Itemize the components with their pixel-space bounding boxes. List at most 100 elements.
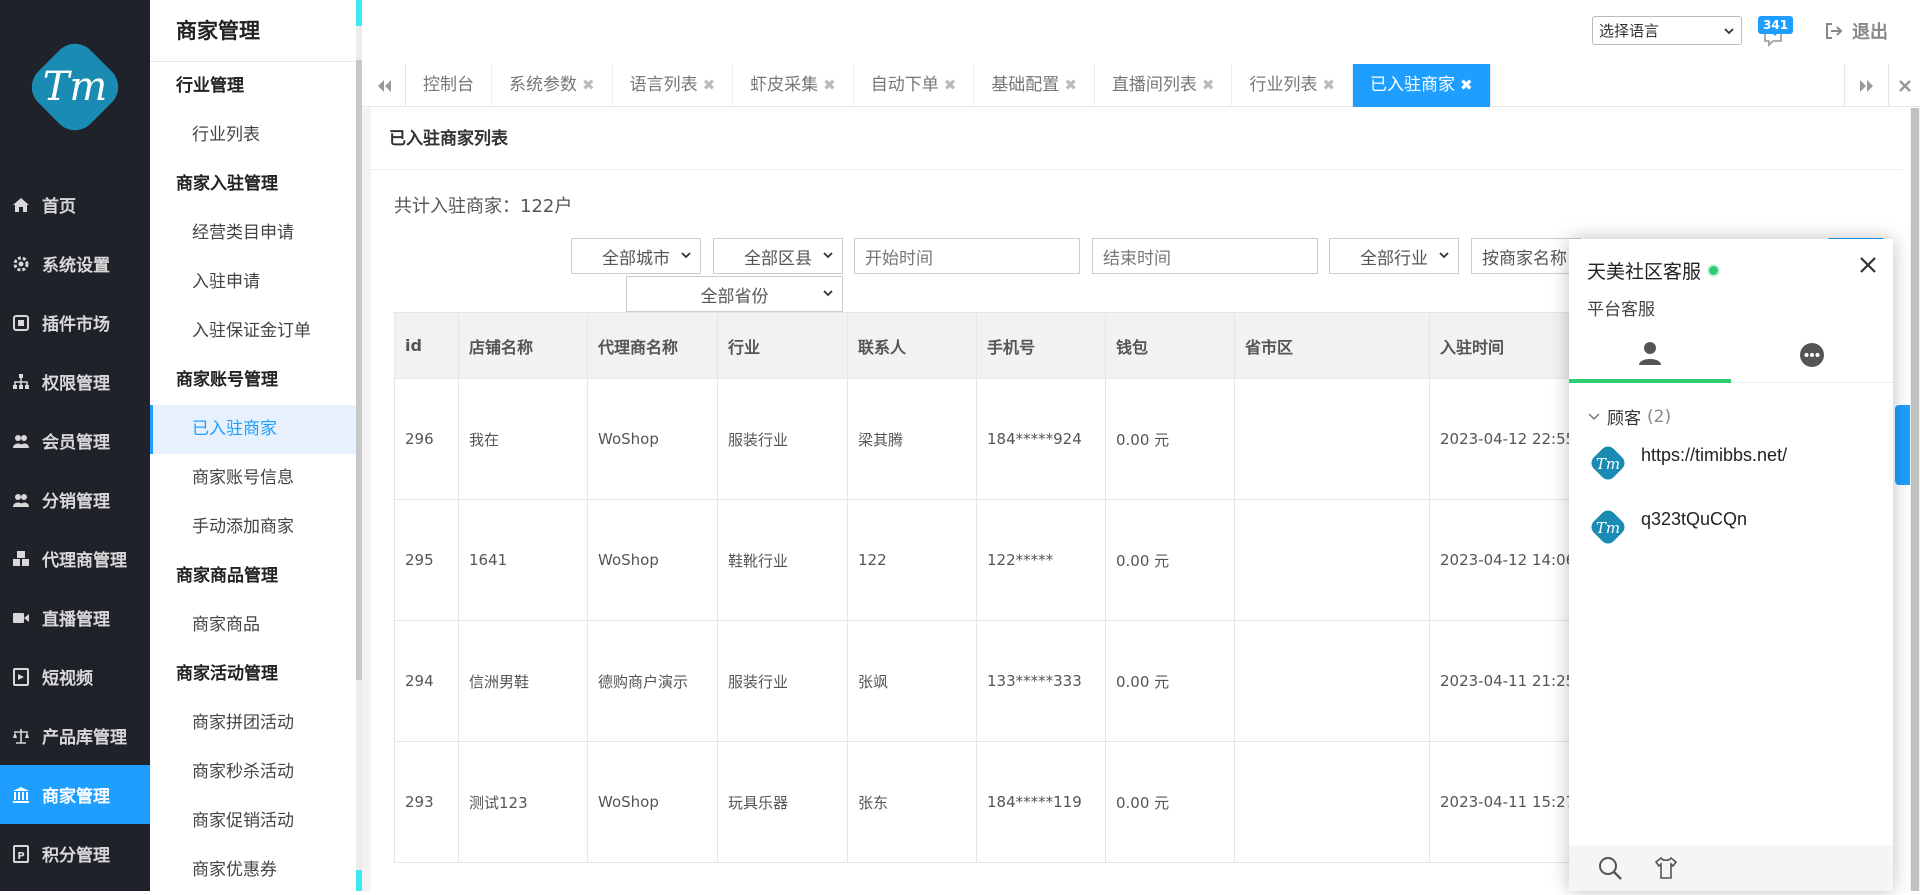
column-header[interactable]: 手机号 [976,312,1106,379]
nav-item[interactable]: 直播管理 [0,588,150,647]
tab-label: 基础配置 [991,75,1060,95]
tab[interactable]: 自动下单 ✖ [854,64,975,107]
submenu-group-activities: 商家活动管理 [176,664,278,684]
start-time-input[interactable]: 开始时间 [854,238,1080,274]
tab[interactable]: 直播间列表 ✖ [1095,64,1233,107]
nav-item[interactable]: 分销管理 [0,470,150,529]
users-icon [13,434,29,448]
column-header[interactable]: 行业 [717,312,848,379]
total-merchants-text: 共计入驻商家：122户 [394,196,573,217]
tab-close-icon[interactable]: ✖ [703,64,716,107]
close-all-tabs-button[interactable] [1888,64,1920,107]
tab-close-icon[interactable]: ✖ [1460,64,1473,107]
district-select[interactable]: 全部区县 [713,238,843,274]
nav-item-label: 代理商管理 [42,551,127,571]
search-icon[interactable] [1597,855,1623,881]
tab-close-icon[interactable]: ✖ [1322,64,1335,107]
table-cell: WoShop [587,378,718,500]
submenu-item-industry-list[interactable]: 行业列表 [150,111,356,160]
customer-service-chat: 天美社区客服 平台客服 顾客 (2) Tm https://timibbs.ne… [1569,239,1893,891]
tabs-scroll-right-button[interactable] [1844,64,1888,107]
language-select[interactable]: 选择语言 [1592,16,1742,45]
submenu-item-flash-sale[interactable]: 商家秒杀活动 [150,748,356,797]
merchant-name-search-input[interactable]: 按商家名称 [1471,238,1581,274]
tab-close-icon[interactable]: ✖ [944,64,957,107]
tab-close-icon[interactable]: ✖ [582,64,595,107]
contact-group-customers[interactable]: 顾客 (2) [1587,404,1671,429]
column-header[interactable]: 钱包 [1105,312,1235,379]
chat-tabs [1569,327,1893,383]
nav-item-label: 插件市场 [42,315,110,335]
chat-tab-contacts[interactable] [1569,327,1731,383]
chevron-down-icon [1439,252,1449,259]
table-cell: 信洲男鞋 [458,620,588,742]
tab[interactable]: 已入驻商家 ✖ [1353,64,1491,107]
contact-group-count: (2) [1647,406,1672,427]
column-header[interactable]: 代理商名称 [587,312,718,379]
chat-subtitle: 平台客服 [1587,300,1655,320]
nav-item[interactable]: P 积分管理 [0,824,150,883]
nav-item-label: 产品库管理 [42,728,127,748]
column-header[interactable]: id [394,312,459,379]
logout-button[interactable]: 退出 [1824,18,1888,44]
column-header[interactable]: 省市区 [1234,312,1430,379]
nav-item[interactable]: 短视频 [0,647,150,706]
tabs-scroll-left-button[interactable] [362,64,406,107]
shirt-icon[interactable] [1653,855,1679,881]
tab[interactable]: 系统参数 ✖ [492,64,613,107]
nav-item[interactable]: 代理商管理 [0,529,150,588]
brand-logo[interactable]: Tm [20,32,130,142]
tab[interactable]: 基础配置 ✖ [974,64,1095,107]
submenu-item-joined-merchants[interactable]: 已入驻商家 [150,405,356,454]
column-header[interactable]: 店铺名称 [458,312,588,379]
table-cell: 0.00 元 [1105,499,1235,621]
nav-item[interactable]: 插件市场 [0,293,150,352]
submenu-item-account-info[interactable]: 商家账号信息 [150,454,356,503]
column-header[interactable]: 联系人 [847,312,977,379]
tab[interactable]: 行业列表 ✖ [1232,64,1354,107]
submenu-item-deposit-orders[interactable]: 入驻保证金订单 [150,307,356,356]
contact-item[interactable]: Tm q323tQuCQn [1587,506,1747,548]
table-cell: 服装行业 [717,620,848,742]
submenu-item-coupons[interactable]: 商家优惠券 [150,846,356,895]
contact-item[interactable]: Tm https://timibbs.net/ [1587,442,1787,484]
nav-item-label: 首页 [42,197,76,217]
city-select[interactable]: 全部城市 [571,238,701,274]
table-cell: 德购商户演示 [587,620,718,742]
end-time-input[interactable]: 结束时间 [1092,238,1318,274]
tab-close-icon[interactable]: ✖ [1064,64,1077,107]
submenu-item-promotion[interactable]: 商家促销活动 [150,797,356,846]
nav-item[interactable]: 会员管理 [0,411,150,470]
table-cell: WoShop [587,499,718,621]
tab[interactable]: 语言列表 ✖ [613,64,734,107]
table-cell: 122 [847,499,977,621]
nav-item[interactable]: 系统设置 [0,234,150,293]
nav-item[interactable]: 首页 [0,175,150,234]
nav-item-label: 会员管理 [42,433,110,453]
submenu-item-category-apply[interactable]: 经营类目申请 [150,209,356,258]
tab-close-icon[interactable]: ✖ [823,64,836,107]
chat-close-icon[interactable] [1856,253,1880,277]
nav-item[interactable]: 权限管理 [0,352,150,411]
submenu-item-merchant-goods[interactable]: 商家商品 [150,601,356,650]
submenu-item-join-apply[interactable]: 入驻申请 [150,258,356,307]
submenu-item-group-buy[interactable]: 商家拼团活动 [150,699,356,748]
side-float-button[interactable] [1895,405,1911,485]
page-scrollbar[interactable] [1910,108,1920,891]
tab-label: 行业列表 [1249,75,1318,95]
message-count-badge[interactable]: 341 [1758,16,1794,36]
double-chevron-left-icon [377,79,391,92]
nav-item[interactable]: 产品库管理 [0,706,150,765]
province-select[interactable]: 全部省份 [626,276,843,312]
double-chevron-right-icon [1859,79,1873,92]
industry-select[interactable]: 全部行业 [1329,238,1459,274]
tab-close-icon[interactable]: ✖ [1202,64,1215,107]
chat-tab-messages[interactable] [1731,327,1893,383]
tab[interactable]: 控制台 [406,64,492,107]
district-select-value: 全部区县 [744,248,812,268]
tab[interactable]: 虾皮采集 ✖ [733,64,854,107]
submenu-item-add-merchant[interactable]: 手动添加商家 [150,503,356,552]
page-scroll-thumb[interactable] [1911,108,1919,891]
nav-item[interactable]: 商家管理 [0,765,150,824]
close-icon [1898,79,1911,92]
